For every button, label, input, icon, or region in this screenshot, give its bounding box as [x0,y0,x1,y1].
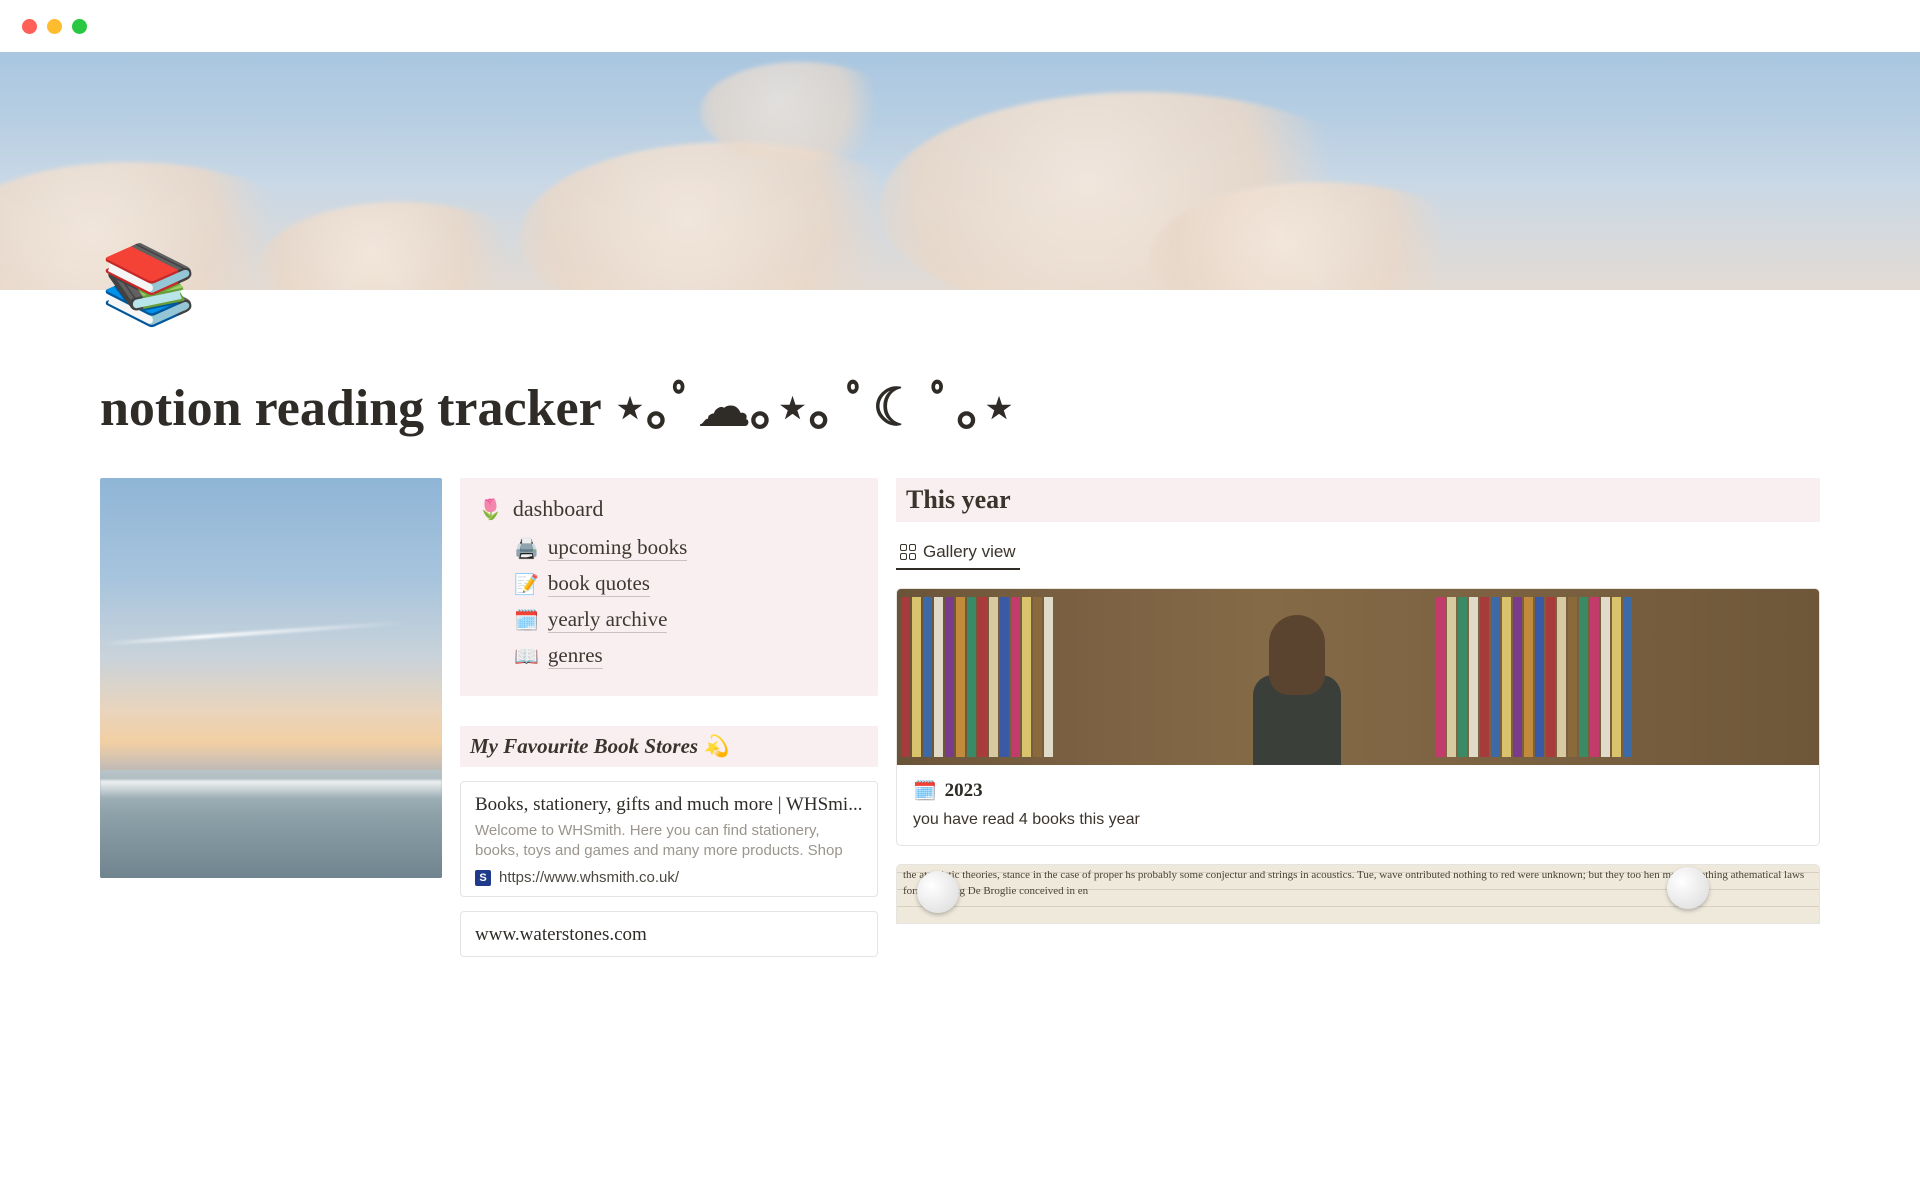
dashboard-link-label: book quotes [548,571,650,597]
calendar-icon: 🗓️ [514,608,539,633]
page-emoji-icon[interactable]: 📚 [100,245,197,323]
memo-icon: 📝 [514,572,539,597]
gallery-card-2023[interactable]: 🗓️ 2023 you have read 4 books this year [896,588,1820,846]
dashboard-link-yearly-archive[interactable]: 🗓️ yearly archive [478,602,860,638]
printer-icon: 🖨️ [514,536,539,561]
page-title[interactable]: notion reading tracker ⋆｡ﾟ☁︎｡⋆｡ ﾟ☾ ﾟ｡⋆ [100,365,1920,440]
gallery-icon [900,544,916,560]
open-book-icon: 📖 [514,644,539,669]
window-zoom-button[interactable] [72,19,87,34]
gallery-card-peek[interactable]: the atomistic theories, stance in the ca… [896,864,1820,924]
card-subtitle: you have read 4 books this year [913,811,1803,829]
dashboard-link-book-quotes[interactable]: 📝 book quotes [478,566,860,602]
bookmark-title: Books, stationery, gifts and much more |… [475,794,863,816]
calendar-icon: 🗓️ [913,779,937,803]
embedded-image-sunset[interactable] [100,478,442,878]
dashboard-heading[interactable]: 🌷 dashboard [478,492,860,530]
window-close-button[interactable] [22,19,37,34]
dashboard-callout: 🌷 dashboard 🖨️ upcoming books 📝 book quo… [460,478,878,696]
tulip-icon: 🌷 [478,497,503,522]
dashboard-label: dashboard [513,496,603,522]
dashboard-link-label: yearly archive [548,607,668,633]
favourite-bookstores-heading: My Favourite Book Stores 💫 [460,726,878,767]
dashboard-link-upcoming-books[interactable]: 🖨️ upcoming books [478,530,860,566]
dashboard-link-label: genres [548,643,603,669]
tab-label: Gallery view [923,542,1016,562]
bookmark-url: https://www.whsmith.co.uk/ [499,869,679,886]
dashboard-link-label: upcoming books [548,535,687,561]
bookmark-waterstones[interactable]: www.waterstones.com [460,911,878,957]
window-titlebar [0,0,1920,52]
page-cover[interactable] [0,52,1920,290]
bookmark-description: Welcome to WHSmith. Here you can find st… [475,821,863,861]
bookmark-title: www.waterstones.com [475,924,863,946]
dashboard-link-genres[interactable]: 📖 genres [478,638,860,674]
window-minimize-button[interactable] [47,19,62,34]
this-year-heading: This year [896,478,1820,522]
card-cover-bookshop [897,589,1819,765]
tab-gallery-view[interactable]: Gallery view [896,536,1020,570]
bookmark-whsmith[interactable]: Books, stationery, gifts and much more |… [460,781,878,897]
card-title-text: 2023 [945,780,983,802]
bookmark-favicon-icon: S [475,870,491,886]
